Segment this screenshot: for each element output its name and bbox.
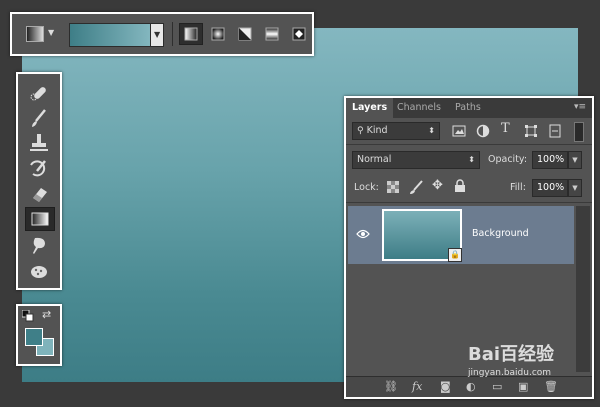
tab-channels[interactable]: Channels bbox=[391, 98, 447, 118]
diamond-gradient-icon bbox=[292, 27, 306, 41]
tab-paths[interactable]: Paths bbox=[449, 98, 487, 118]
new-layer-icon[interactable]: ▣ bbox=[518, 380, 528, 393]
panel-tabs: Layers Channels Paths ▾≡ bbox=[346, 98, 592, 118]
add-mask-icon[interactable]: ◙ bbox=[440, 380, 451, 393]
history-brush-tool[interactable] bbox=[25, 157, 53, 179]
clone-stamp-tool[interactable] bbox=[25, 132, 53, 154]
divider bbox=[346, 202, 592, 203]
reflected-gradient-icon bbox=[265, 27, 279, 41]
blend-mode-select[interactable]: Normal ⬍ bbox=[352, 151, 480, 169]
smart-object-filter-icon[interactable] bbox=[548, 124, 562, 138]
preset-caret-icon[interactable]: ▼ bbox=[48, 28, 54, 37]
watermark-url: jingyan.baidu.com bbox=[468, 368, 552, 378]
eraser-icon bbox=[33, 188, 47, 202]
layer-filter-select[interactable]: ⚲ Kind ⬍ bbox=[352, 122, 440, 140]
visibility-eye-icon[interactable] bbox=[356, 228, 370, 240]
spot-healing-brush-tool[interactable] bbox=[25, 82, 53, 104]
layers-scrollbar[interactable] bbox=[576, 206, 590, 372]
layers-footer: ⛓ fx ◙ ◐ ▭ ▣ 🗑 bbox=[346, 376, 592, 397]
opacity-input[interactable]: 100% bbox=[532, 151, 568, 169]
linear-gradient-button[interactable] bbox=[179, 23, 203, 45]
sponge-icon bbox=[31, 266, 47, 278]
delete-layer-icon[interactable]: 🗑 bbox=[544, 380, 558, 393]
gradient-picker-dropdown[interactable]: ▼ bbox=[150, 23, 164, 47]
gradient-editor-swatch[interactable] bbox=[69, 23, 153, 47]
opacity-label: Opacity: bbox=[488, 154, 528, 165]
watermark-text: Bai百经验 bbox=[468, 344, 555, 365]
radial-gradient-icon bbox=[211, 27, 225, 41]
lock-image-pixels-icon[interactable] bbox=[408, 180, 424, 194]
chevron-down-icon: ▼ bbox=[572, 156, 578, 164]
filter-value: Kind bbox=[366, 125, 388, 136]
lock-all-icon[interactable] bbox=[454, 179, 466, 193]
new-group-icon[interactable]: ▭ bbox=[492, 380, 502, 393]
divider bbox=[172, 22, 173, 46]
diamond-gradient-button[interactable] bbox=[287, 23, 311, 45]
tools-panel bbox=[16, 72, 62, 290]
opacity-dropdown[interactable]: ▼ bbox=[568, 151, 582, 169]
blend-mode-value: Normal bbox=[357, 154, 392, 165]
linear-gradient-icon bbox=[184, 27, 198, 41]
fill-label: Fill: bbox=[510, 182, 526, 193]
sponge-tool[interactable] bbox=[25, 260, 53, 282]
angle-gradient-button[interactable] bbox=[233, 23, 257, 45]
link-layers-icon[interactable]: ⛓ bbox=[384, 380, 398, 393]
eraser-tool[interactable] bbox=[25, 182, 53, 204]
fill-dropdown[interactable]: ▼ bbox=[568, 179, 582, 197]
layer-row[interactable]: 🔒 Background bbox=[348, 206, 574, 264]
watermark-logo: Bai百经验 jingyan.baidu.com bbox=[468, 340, 554, 378]
fill-input[interactable]: 100% bbox=[532, 179, 568, 197]
adjustment-filter-icon[interactable] bbox=[476, 124, 490, 138]
smudge-icon bbox=[33, 237, 45, 254]
chevron-updown-icon: ⬍ bbox=[468, 155, 475, 164]
adjustment-layer-icon[interactable]: ◐ bbox=[466, 380, 476, 393]
gradient-tool-preset-icon[interactable] bbox=[26, 26, 44, 42]
brush-tool[interactable] bbox=[25, 107, 53, 129]
gradient-icon bbox=[31, 212, 49, 226]
swap-colors-icon[interactable]: ⇄ bbox=[42, 308, 51, 321]
filter-toggle-switch[interactable] bbox=[574, 122, 584, 142]
lock-position-icon[interactable]: ✥ bbox=[432, 178, 443, 193]
foreground-color-swatch[interactable] bbox=[25, 328, 43, 346]
divider bbox=[346, 144, 592, 145]
spot-healing-brush-icon bbox=[30, 87, 46, 101]
layer-name[interactable]: Background bbox=[472, 228, 529, 239]
tab-layers[interactable]: Layers bbox=[346, 98, 394, 118]
color-swatches: ⇄ bbox=[16, 304, 62, 366]
smudge-tool[interactable] bbox=[25, 234, 53, 256]
clone-stamp-icon bbox=[30, 134, 48, 151]
layer-style-icon[interactable]: fx bbox=[412, 380, 422, 393]
gradient-tool[interactable] bbox=[25, 207, 55, 231]
lock-transparent-pixels-icon[interactable] bbox=[386, 180, 400, 194]
layer-lock-icon: 🔒 bbox=[448, 248, 462, 262]
history-brush-icon bbox=[30, 160, 46, 177]
gradient-options-bar: ▼ ▼ bbox=[10, 12, 314, 56]
radial-gradient-button[interactable] bbox=[206, 23, 230, 45]
chevron-updown-icon: ⬍ bbox=[428, 126, 435, 135]
shape-filter-icon[interactable] bbox=[524, 124, 538, 138]
panel-menu-icon[interactable]: ▾≡ bbox=[574, 102, 586, 112]
brush-icon bbox=[32, 109, 46, 127]
chevron-down-icon: ▼ bbox=[572, 184, 578, 192]
pixel-filter-icon[interactable] bbox=[452, 124, 466, 138]
default-colors-icon[interactable] bbox=[22, 310, 34, 322]
chevron-down-icon: ▼ bbox=[154, 30, 161, 39]
reflected-gradient-button[interactable] bbox=[260, 23, 284, 45]
lock-label: Lock: bbox=[354, 182, 379, 193]
type-filter-icon[interactable]: T bbox=[501, 121, 510, 136]
search-icon: ⚲ bbox=[357, 126, 364, 136]
angle-gradient-icon bbox=[238, 27, 252, 41]
